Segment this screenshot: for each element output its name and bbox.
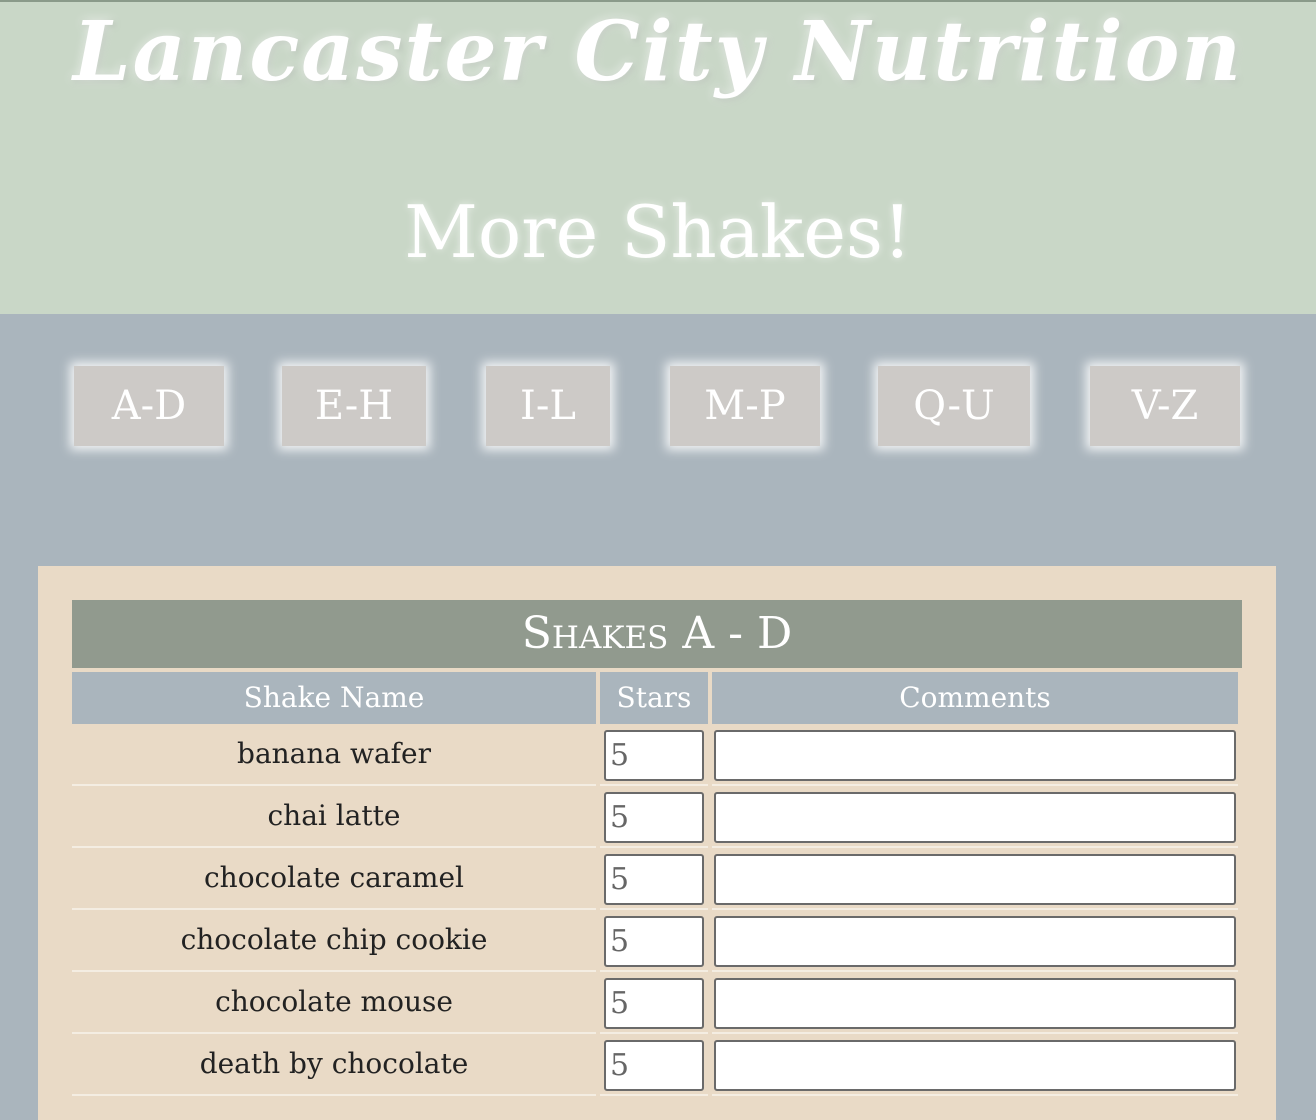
comment-input[interactable]	[714, 1040, 1236, 1091]
comment-input[interactable]	[714, 792, 1236, 843]
column-header-shake-name: Shake Name	[72, 672, 596, 724]
page-header: Lancaster City Nutrition More Shakes!	[0, 0, 1316, 314]
column-header-stars: Stars	[600, 672, 708, 724]
nav-button-a-d[interactable]: A-D	[74, 366, 224, 446]
stars-input[interactable]	[604, 916, 704, 967]
shake-name-cell: chocolate mouse	[72, 974, 596, 1034]
column-header-comments: Comments	[712, 672, 1238, 724]
stars-input[interactable]	[604, 792, 704, 843]
nav-button-m-p[interactable]: M-P	[670, 366, 820, 446]
nav-button-e-h[interactable]: E-H	[282, 366, 426, 446]
nav-button-q-u[interactable]: Q-U	[878, 366, 1030, 446]
stars-input[interactable]	[604, 854, 704, 905]
nav-button-i-l[interactable]: I-L	[486, 366, 610, 446]
stars-input[interactable]	[604, 978, 704, 1029]
comment-input[interactable]	[714, 854, 1236, 905]
shake-name-cell: death by chocolate	[72, 1036, 596, 1096]
page-title: More Shakes!	[404, 190, 912, 274]
table-caption: Shakes A - D	[72, 600, 1242, 668]
comment-input[interactable]	[714, 730, 1236, 781]
brand-title: Lancaster City Nutrition	[72, 4, 1244, 100]
shake-name-cell: chai latte	[72, 788, 596, 848]
nav-button-v-z[interactable]: V-Z	[1090, 366, 1240, 446]
comment-input[interactable]	[714, 978, 1236, 1029]
stars-input[interactable]	[604, 730, 704, 781]
shake-name-cell: banana wafer	[72, 726, 596, 786]
shake-name-cell: chocolate caramel	[72, 850, 596, 910]
shake-name-cell: chocolate chip cookie	[72, 912, 596, 972]
stars-input[interactable]	[604, 1040, 704, 1091]
comment-input[interactable]	[714, 916, 1236, 967]
